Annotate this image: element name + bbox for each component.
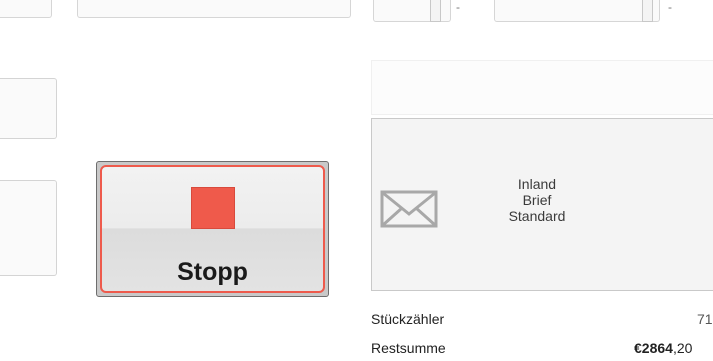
remaining-sum-value-main: €2864 bbox=[634, 340, 673, 356]
piece-counter-value: 71 bbox=[697, 311, 713, 327]
stop-button-label: Stopp bbox=[177, 258, 248, 286]
top-separator-2: - bbox=[668, 0, 672, 14]
stop-button[interactable]: Stopp bbox=[96, 161, 329, 297]
top-left-field[interactable] bbox=[0, 0, 52, 18]
mail-product-card[interactable]: Inland Brief Standard bbox=[371, 118, 713, 291]
card-description: Inland Brief Standard bbox=[487, 176, 587, 224]
top-spin-button-2[interactable] bbox=[642, 0, 653, 22]
top-middle-field[interactable] bbox=[77, 0, 351, 18]
remaining-sum-label: Restsumme bbox=[371, 340, 446, 356]
card-line-type: Brief bbox=[522, 192, 552, 208]
top-spin-field-2[interactable] bbox=[494, 0, 660, 22]
remaining-sum-value-decimals: ,20 bbox=[672, 340, 693, 356]
card-line-service: Standard bbox=[508, 208, 566, 224]
stop-button-face[interactable]: Stopp bbox=[100, 165, 325, 293]
left-panel-lower[interactable] bbox=[0, 180, 57, 276]
remaining-sum-value: €2864,20 bbox=[634, 340, 692, 356]
card-header-area bbox=[371, 60, 713, 115]
top-separator-1: - bbox=[456, 0, 460, 14]
top-spin-button-1[interactable] bbox=[430, 0, 441, 22]
envelope-icon bbox=[380, 190, 438, 228]
left-panel-upper[interactable] bbox=[0, 78, 57, 139]
piece-counter-label: Stückzähler bbox=[371, 311, 445, 327]
card-line-zone: Inland bbox=[517, 176, 557, 192]
stop-icon bbox=[191, 187, 235, 229]
